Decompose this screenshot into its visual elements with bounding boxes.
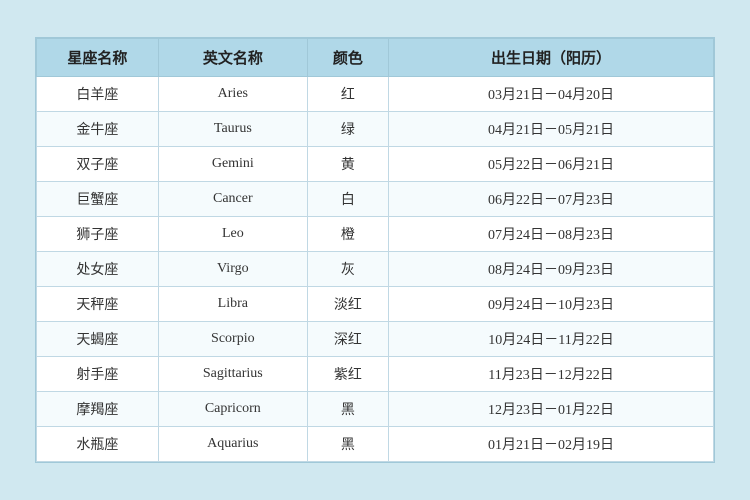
cell-chinese: 水瓶座 [37, 427, 159, 462]
table-row: 双子座Gemini黄05月22日－06月21日 [37, 147, 714, 182]
cell-chinese: 巨蟹座 [37, 182, 159, 217]
cell-date: 05月22日－06月21日 [389, 147, 714, 182]
table-row: 天秤座Libra淡红09月24日－10月23日 [37, 287, 714, 322]
cell-color: 黄 [307, 147, 388, 182]
table-header-row: 星座名称 英文名称 颜色 出生日期（阳历） [37, 39, 714, 77]
cell-color: 黑 [307, 392, 388, 427]
cell-date: 10月24日－11月22日 [389, 322, 714, 357]
cell-chinese: 天蝎座 [37, 322, 159, 357]
cell-color: 绿 [307, 112, 388, 147]
cell-english: Cancer [158, 182, 307, 217]
cell-date: 12月23日－01月22日 [389, 392, 714, 427]
cell-color: 红 [307, 77, 388, 112]
zodiac-table-container: 星座名称 英文名称 颜色 出生日期（阳历） 白羊座Aries红03月21日－04… [35, 37, 715, 463]
table-row: 水瓶座Aquarius黑01月21日－02月19日 [37, 427, 714, 462]
cell-english: Aries [158, 77, 307, 112]
cell-chinese: 白羊座 [37, 77, 159, 112]
table-row: 天蝎座Scorpio深红10月24日－11月22日 [37, 322, 714, 357]
header-english: 英文名称 [158, 39, 307, 77]
header-date: 出生日期（阳历） [389, 39, 714, 77]
cell-chinese: 处女座 [37, 252, 159, 287]
cell-chinese: 摩羯座 [37, 392, 159, 427]
cell-chinese: 天秤座 [37, 287, 159, 322]
cell-english: Capricorn [158, 392, 307, 427]
cell-color: 紫红 [307, 357, 388, 392]
cell-date: 01月21日－02月19日 [389, 427, 714, 462]
table-row: 狮子座Leo橙07月24日－08月23日 [37, 217, 714, 252]
cell-english: Leo [158, 217, 307, 252]
cell-english: Gemini [158, 147, 307, 182]
cell-color: 黑 [307, 427, 388, 462]
cell-english: Scorpio [158, 322, 307, 357]
cell-date: 09月24日－10月23日 [389, 287, 714, 322]
table-row: 白羊座Aries红03月21日－04月20日 [37, 77, 714, 112]
table-row: 摩羯座Capricorn黑12月23日－01月22日 [37, 392, 714, 427]
cell-english: Libra [158, 287, 307, 322]
cell-english: Virgo [158, 252, 307, 287]
cell-color: 淡红 [307, 287, 388, 322]
cell-color: 橙 [307, 217, 388, 252]
cell-color: 深红 [307, 322, 388, 357]
cell-english: Aquarius [158, 427, 307, 462]
cell-date: 04月21日－05月21日 [389, 112, 714, 147]
cell-color: 白 [307, 182, 388, 217]
cell-color: 灰 [307, 252, 388, 287]
cell-date: 08月24日－09月23日 [389, 252, 714, 287]
cell-chinese: 双子座 [37, 147, 159, 182]
header-color: 颜色 [307, 39, 388, 77]
table-row: 巨蟹座Cancer白06月22日－07月23日 [37, 182, 714, 217]
table-row: 金牛座Taurus绿04月21日－05月21日 [37, 112, 714, 147]
table-row: 处女座Virgo灰08月24日－09月23日 [37, 252, 714, 287]
cell-date: 11月23日－12月22日 [389, 357, 714, 392]
cell-chinese: 射手座 [37, 357, 159, 392]
header-chinese: 星座名称 [37, 39, 159, 77]
cell-chinese: 金牛座 [37, 112, 159, 147]
cell-date: 06月22日－07月23日 [389, 182, 714, 217]
table-row: 射手座Sagittarius紫红11月23日－12月22日 [37, 357, 714, 392]
cell-chinese: 狮子座 [37, 217, 159, 252]
table-body: 白羊座Aries红03月21日－04月20日金牛座Taurus绿04月21日－0… [37, 77, 714, 462]
cell-english: Sagittarius [158, 357, 307, 392]
zodiac-table: 星座名称 英文名称 颜色 出生日期（阳历） 白羊座Aries红03月21日－04… [36, 38, 714, 462]
cell-english: Taurus [158, 112, 307, 147]
cell-date: 07月24日－08月23日 [389, 217, 714, 252]
cell-date: 03月21日－04月20日 [389, 77, 714, 112]
